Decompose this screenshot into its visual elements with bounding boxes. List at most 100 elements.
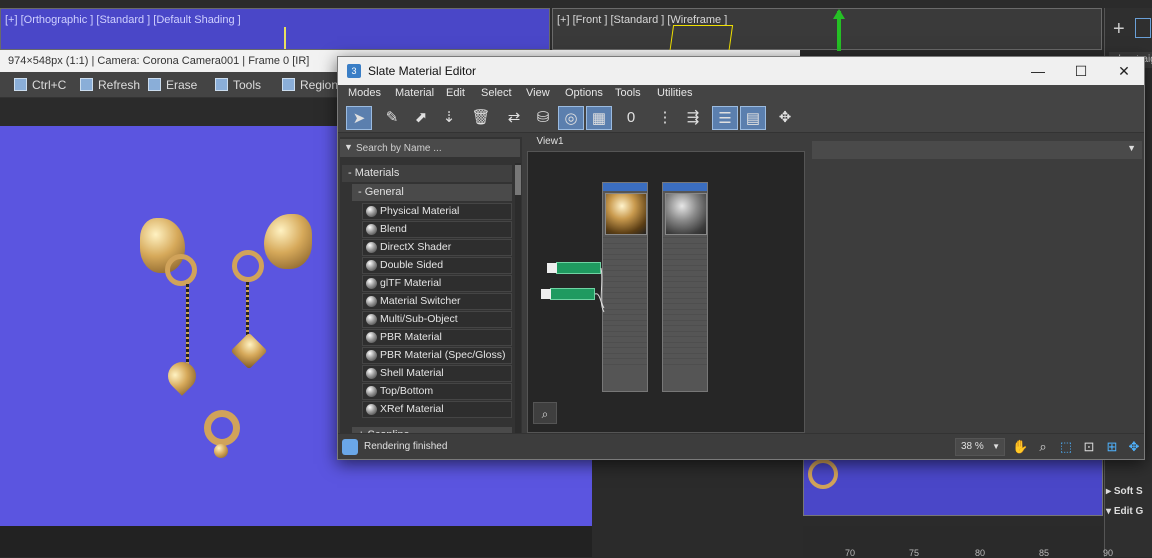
search-input[interactable] [356, 140, 516, 156]
material-map-browser-icon[interactable]: ☰ [712, 106, 738, 130]
close-button[interactable]: ✕ [1102, 57, 1146, 85]
eyedropper-icon[interactable]: ✎ [379, 106, 405, 130]
tools-button[interactable]: Tools [215, 77, 261, 93]
front-viewport[interactable]: [+] [Front ] [Standard ] [Wireframe ] [552, 8, 1102, 55]
scrollbar-thumb[interactable] [515, 165, 521, 195]
texture-thumbnail [547, 263, 557, 273]
material-item[interactable]: Blend [362, 221, 512, 238]
material-node-gold[interactable] [602, 182, 648, 392]
material-item[interactable]: Material Switcher [362, 293, 512, 310]
move-children-icon[interactable]: ⇄ [501, 106, 527, 130]
menu-select[interactable]: Select [481, 87, 512, 99]
material-sphere-icon [366, 314, 377, 325]
binoculars-icon[interactable]: ⌕ [533, 402, 557, 424]
material-node-glass[interactable] [662, 182, 708, 392]
material-label: Double Sided [380, 259, 444, 271]
viewport-label[interactable]: [+] [Orthographic ] [Standard ] [Default… [5, 14, 241, 26]
select-by-material-icon[interactable]: ✥ [772, 106, 798, 130]
create-plus-icon[interactable]: + [1113, 18, 1125, 41]
category-materials[interactable]: - Materials [342, 165, 512, 182]
rollout-soft-selection[interactable]: ▸ Soft S [1106, 486, 1143, 497]
gizmo-axis [284, 27, 286, 49]
put-to-scene-icon[interactable]: ⇣ [436, 106, 462, 130]
material-item[interactable]: Multi/Sub-Object [362, 311, 512, 328]
pan-to-selected-icon[interactable]: ✥ [1126, 439, 1142, 455]
region-button[interactable]: Region [282, 77, 338, 93]
camera-viewport[interactable] [803, 456, 1103, 516]
material-item[interactable]: Physical Material [362, 203, 512, 220]
material-item[interactable]: XRef Material [362, 401, 512, 418]
chevron-down-icon: ▼ [1127, 143, 1136, 153]
minimize-button[interactable]: — [1016, 57, 1060, 85]
layout-children-icon[interactable]: ⇶ [680, 106, 706, 130]
pan-hand-icon[interactable]: ✋ [1012, 439, 1028, 455]
material-item[interactable]: PBR Material (Metal/Rough) [362, 329, 512, 358]
texture-node[interactable] [541, 288, 595, 300]
menu-view[interactable]: View [526, 87, 550, 99]
assign-material-icon[interactable]: ⬈ [408, 106, 434, 130]
scrollbar[interactable] [515, 163, 521, 433]
timeline-ruler[interactable]: 70 75 80 85 90 [803, 526, 1113, 558]
copy-label: Ctrl+C [32, 78, 67, 92]
menu-edit[interactable]: Edit [446, 87, 465, 99]
slot[interactable] [603, 363, 647, 370]
tab-view1[interactable]: View1 [530, 133, 570, 151]
parameter-editor-icon[interactable]: ▤ [740, 106, 766, 130]
layout-vertical-icon[interactable]: ⋮ [652, 106, 678, 130]
title-bar[interactable]: 3 Slate Material Editor — ☐ ✕ [338, 57, 1144, 85]
node-view[interactable]: ⌕ [527, 151, 805, 433]
select-tool-icon[interactable]: ➤ [346, 106, 372, 130]
material-item[interactable]: DirectX Shader [362, 239, 512, 256]
menu-material[interactable]: Material [395, 87, 434, 99]
refresh-button[interactable]: Refresh [80, 77, 140, 93]
menu-options[interactable]: Options [565, 87, 603, 99]
hide-unused-slots-icon[interactable]: ⛁ [530, 106, 556, 130]
texture-node[interactable] [547, 262, 601, 274]
texture-thumbnail [541, 289, 551, 299]
material-item[interactable]: PBR Material (Spec/Gloss) [362, 347, 512, 364]
material-sphere-icon [366, 278, 377, 289]
menu-utilities[interactable]: Utilities [657, 87, 692, 99]
zoom-extents-icon[interactable]: ⊡ [1081, 439, 1097, 455]
material-label: DirectX Shader [380, 241, 452, 253]
glass-sphere-preview [665, 193, 707, 235]
zoom-icon[interactable]: ⌕ [1035, 439, 1051, 455]
delete-icon[interactable]: 🗑 [468, 106, 494, 130]
material-item[interactable]: glTF Material [362, 275, 512, 292]
parameter-editor: ▼ [810, 137, 1144, 433]
show-shaded-material-icon[interactable]: ◎ [558, 106, 584, 130]
rollout-edit-geometry[interactable]: ▾ Edit G [1106, 506, 1143, 517]
slot[interactable] [663, 363, 707, 370]
node-header[interactable] [603, 183, 647, 191]
material-sphere-icon [366, 296, 377, 307]
material-label: Material Switcher [380, 295, 461, 307]
menu-modes[interactable]: Modes [348, 87, 381, 99]
erase-icon [148, 78, 161, 91]
render-status-icon [342, 439, 358, 455]
perspective-viewport[interactable]: [+] [Orthographic ] [Standard ] [Default… [0, 8, 550, 50]
menu-tools[interactable]: Tools [615, 87, 641, 99]
show-background-icon[interactable]: ▦ [586, 106, 612, 130]
zoom-value: 38 % [961, 441, 984, 452]
frame-buffer-toolbar: Ctrl+C Refresh Erase Tools Region [0, 72, 340, 98]
region-label: Region [300, 78, 339, 92]
category-general[interactable]: - General [352, 184, 512, 201]
material-item[interactable]: Shell Material [362, 365, 512, 382]
app-icon: 3 [347, 64, 361, 78]
window-title: Slate Material Editor [368, 64, 477, 78]
zoom-region-icon[interactable]: ⬚ [1058, 439, 1074, 455]
sample-slot-icon[interactable]: 0 [618, 106, 644, 130]
material-item[interactable]: Top/Bottom [362, 383, 512, 400]
erase-button[interactable]: Erase [148, 77, 197, 93]
modify-tab-icon[interactable] [1135, 18, 1151, 38]
zoom-extents-selected-icon[interactable]: ⊞ [1104, 439, 1120, 455]
material-item[interactable]: Double Sided [362, 257, 512, 274]
toolbar: ➤ ✎ ⬈ ⇣ 🗑 ⇄ ⛁ ◎ ▦ 0 ⋮ ⇶ ☰ ▤ ✥ [338, 103, 1144, 133]
copy-button[interactable]: Ctrl+C [14, 77, 66, 93]
browser-options-icon[interactable]: ▼ [344, 142, 353, 152]
parameter-dropdown[interactable]: ▼ [812, 141, 1142, 159]
node-header[interactable] [663, 183, 707, 191]
status-text: Rendering finished [364, 441, 448, 452]
zoom-dropdown[interactable]: 38 % ▼ [955, 438, 1005, 456]
maximize-button[interactable]: ☐ [1059, 57, 1103, 85]
